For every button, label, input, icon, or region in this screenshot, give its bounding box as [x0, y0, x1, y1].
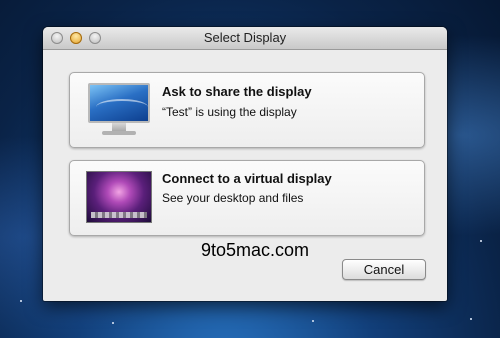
option-title: Connect to a virtual display: [162, 171, 332, 186]
star: [470, 318, 472, 320]
titlebar: Select Display: [43, 27, 447, 50]
window-title: Select Display: [203, 30, 287, 45]
monitor-icon: [88, 83, 150, 137]
watermark: 9to5mac.com: [201, 240, 310, 260]
option-title: Ask to share the display: [162, 84, 312, 99]
option-subtitle: See your desktop and files: [162, 191, 304, 205]
share-display-option[interactable]: Ask to share the display “Test” is using…: [69, 72, 425, 148]
star: [20, 300, 22, 302]
star: [312, 320, 314, 322]
option-subtitle: “Test” is using the display: [162, 105, 297, 119]
select-display-dialog: Select Display Ask to share the display …: [43, 27, 447, 301]
cancel-button[interactable]: Cancel: [342, 259, 426, 280]
virtual-display-option[interactable]: Connect to a virtual display See your de…: [69, 160, 425, 236]
star: [480, 240, 482, 242]
star: [112, 322, 114, 324]
virtual-desktop-thumbnail: [86, 171, 152, 223]
